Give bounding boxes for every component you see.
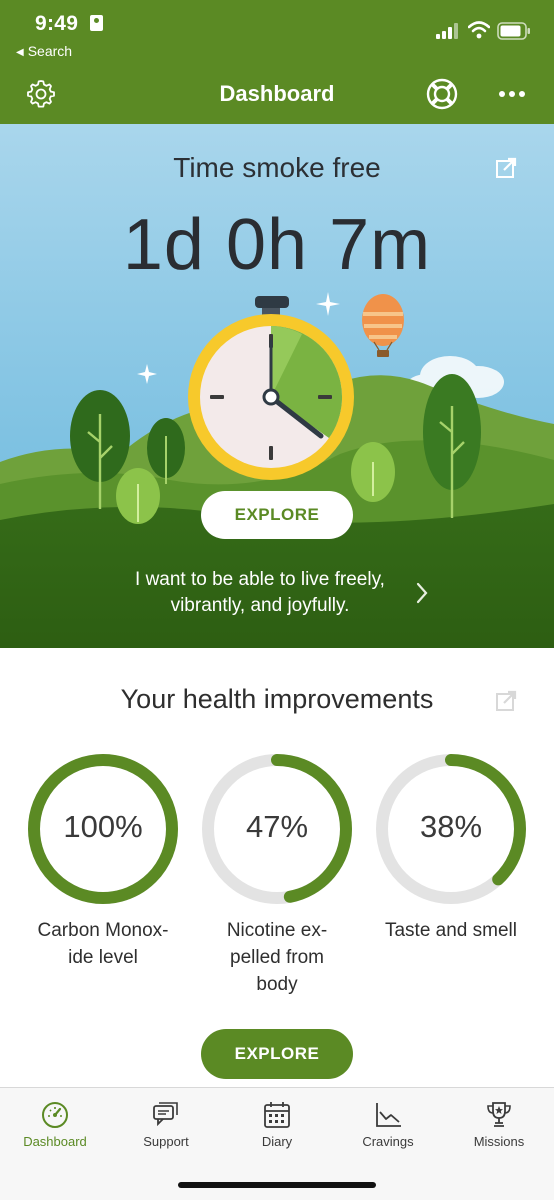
back-search-label: Search	[27, 43, 73, 59]
calendar-icon	[264, 1102, 290, 1128]
tab-cravings[interactable]: Cravings	[333, 1100, 443, 1160]
hero-explore-button[interactable]: EXPLORE	[201, 491, 353, 539]
ring-label-line: Taste and smell	[384, 920, 517, 941]
ring-label-line: Carbon Monox-	[37, 920, 169, 941]
ring-value: 38%	[419, 809, 483, 844]
back-to-search-button[interactable]: ◀ Search	[16, 43, 72, 59]
lifebuoy-icon[interactable]	[425, 77, 459, 111]
personal-goal-text[interactable]: I want to be able to live freely, vibran…	[110, 567, 410, 619]
nav-title: Dashboard	[219, 81, 335, 106]
ring-label-line: body	[256, 974, 298, 995]
trophy-icon	[487, 1102, 511, 1127]
health-ring-nicotine[interactable]: 47%	[197, 749, 357, 909]
ring-label-line: pelled from	[230, 947, 324, 968]
chat-icon	[153, 1102, 178, 1127]
goal-line-2: vibrantly, and joyfully.	[170, 595, 350, 616]
tab-support[interactable]: Support	[111, 1100, 221, 1160]
ring-value: 47%	[245, 809, 309, 844]
health-ring-taste-smell[interactable]: 38%	[371, 749, 531, 909]
tab-diary[interactable]: Diary	[222, 1100, 332, 1160]
chevron-right-icon[interactable]	[414, 581, 430, 605]
health-explore-button[interactable]: EXPLORE	[201, 1029, 353, 1079]
contact-card-icon	[90, 15, 103, 31]
share-expand-icon[interactable]	[495, 157, 517, 179]
tab-dashboard[interactable]: Dashboard	[0, 1100, 110, 1160]
ring-label: Nicotine ex- pelled from body	[192, 917, 362, 998]
hero-title: Time smoke free	[173, 152, 381, 183]
health-improvements-title: Your health improvements	[120, 684, 434, 714]
health-ring-carbon-monoxide[interactable]: 100%	[23, 749, 183, 909]
tab-label: Dashboard	[23, 1134, 87, 1149]
tab-label: Missions	[473, 1134, 525, 1149]
speedometer-icon	[42, 1102, 68, 1128]
ring-label-line: Nicotine ex-	[226, 920, 328, 941]
back-triangle-icon: ◀	[16, 47, 24, 58]
battery-icon	[497, 22, 530, 40]
wifi-icon	[468, 21, 490, 39]
tab-label: Support	[143, 1134, 189, 1149]
ring-value: 100%	[63, 809, 143, 844]
ring-label: Taste and smell	[366, 917, 536, 944]
top-bar: 9:49 ◀ Search Dashboard	[0, 0, 554, 124]
cellular-signal-icon	[436, 23, 458, 39]
goal-line-1: I want to be able to live freely,	[135, 569, 385, 590]
ring-label: Carbon Monox- ide level	[18, 917, 188, 971]
tab-label: Cravings	[362, 1134, 414, 1149]
home-indicator[interactable]	[178, 1182, 376, 1188]
tab-missions[interactable]: Missions	[444, 1100, 554, 1160]
chart-icon	[376, 1103, 401, 1127]
more-icon[interactable]	[498, 84, 526, 104]
share-expand-icon[interactable]	[495, 690, 517, 712]
status-time: 9:49	[35, 12, 79, 35]
tab-label: Diary	[261, 1134, 293, 1149]
ring-label-line: ide level	[68, 947, 138, 968]
smoke-free-timer: 1d 0h 7m	[122, 205, 432, 285]
time-smoke-free-card: Time smoke free 1d 0h 7m EXPLORE I want …	[0, 124, 554, 648]
